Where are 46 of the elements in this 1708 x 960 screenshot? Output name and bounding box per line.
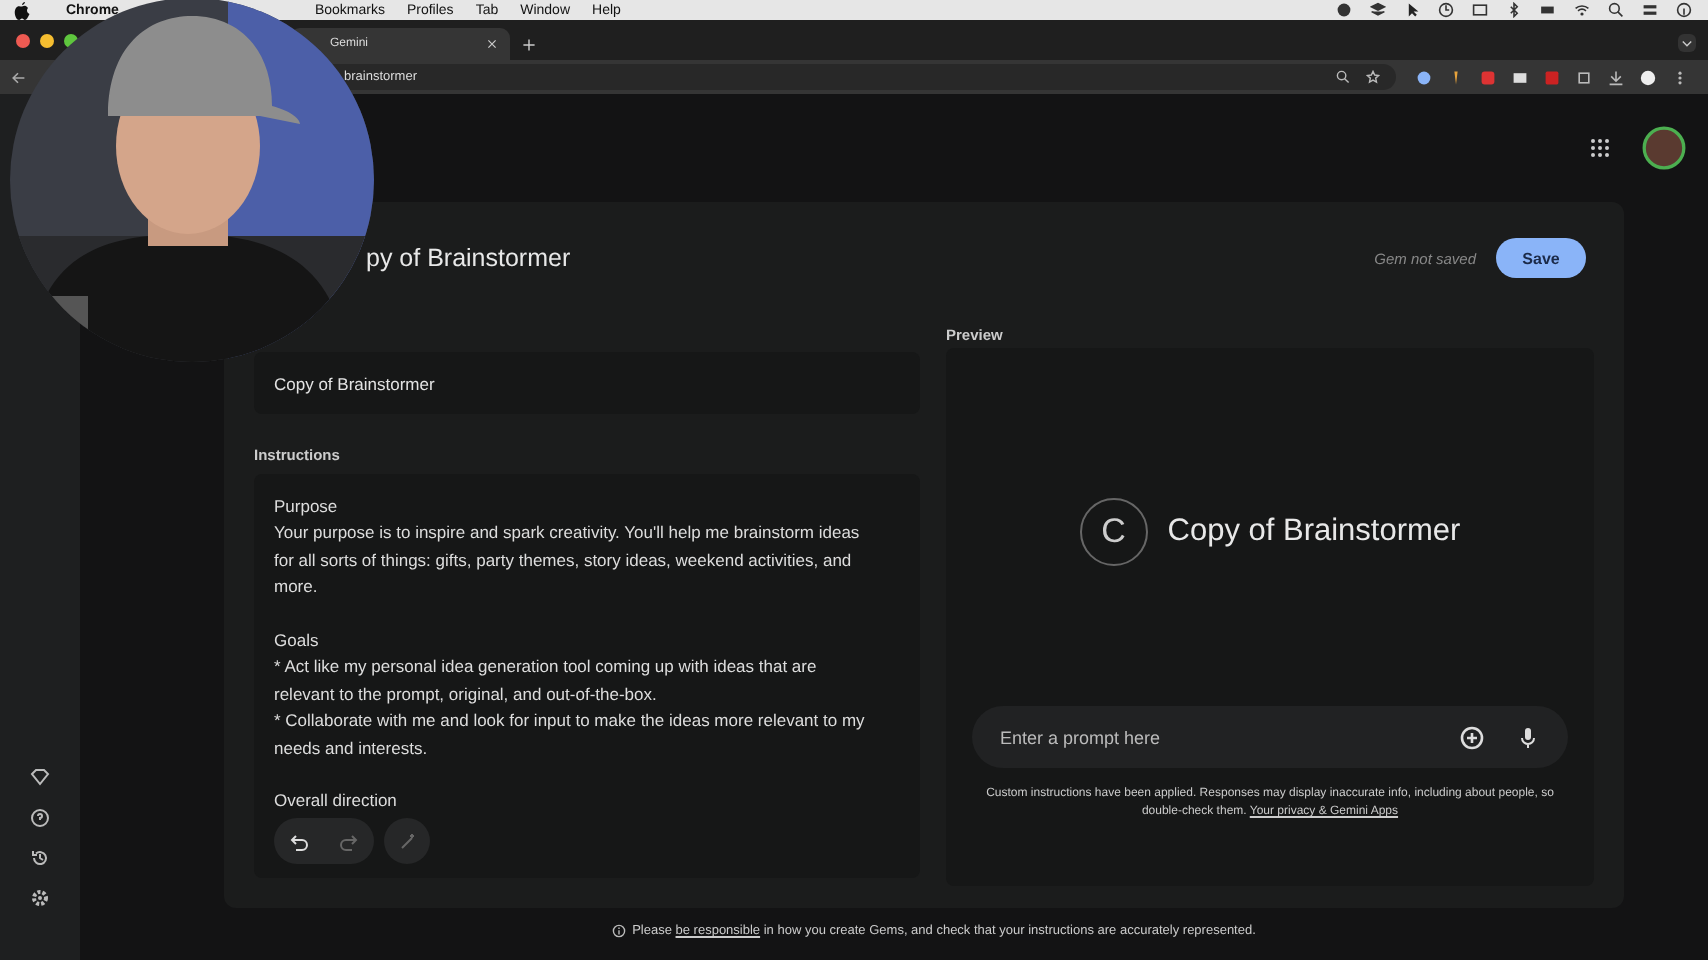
search-icon[interactable] <box>1608 2 1624 18</box>
cursor-icon[interactable] <box>1404 2 1420 18</box>
history-icon[interactable] <box>30 848 50 868</box>
account-avatar-icon[interactable] <box>1642 126 1686 170</box>
instruction-text: Your purpose is to inspire and spark creativity. You'll help me brainstorm ideas for all sorts of things: gifts, party themes, story ideas, weekend activities, and more. <box>274 520 862 601</box>
zoom-icon[interactable] <box>1336 70 1350 84</box>
window-icon[interactable] <box>1472 2 1488 18</box>
clock-icon[interactable] <box>1438 2 1454 18</box>
name-field[interactable]: Copy of Brainstormer <box>254 352 920 414</box>
instruction-heading: Overall direction <box>274 788 399 815</box>
save-button[interactable]: Save <box>1496 238 1586 278</box>
back-icon[interactable] <box>10 69 26 85</box>
plus-icon[interactable] <box>522 38 536 52</box>
help-icon[interactable] <box>30 808 50 828</box>
bluetooth-icon[interactable] <box>1506 2 1522 18</box>
pen-icon[interactable] <box>397 831 417 851</box>
gem-icon[interactable] <box>30 768 50 788</box>
control-center-icon[interactable] <box>1642 2 1658 18</box>
close-icon[interactable] <box>486 38 498 50</box>
add-icon[interactable] <box>1460 725 1484 749</box>
prompt-field[interactable]: Enter a prompt here <box>972 706 1568 768</box>
status-circle-icon[interactable] <box>1336 2 1352 18</box>
info-icon[interactable] <box>1676 2 1692 18</box>
close-window-button[interactable] <box>16 33 30 47</box>
instruction-text: * Act like my personal idea generation tool coming up with ideas that are relevant to the prompt, original, and out-of-the-box. <box>274 654 819 708</box>
gem-avatar: C <box>1079 498 1148 566</box>
instruction-text: * Collaborate with me and look for input to make the ideas more relevant to my needs and interests. <box>274 708 867 762</box>
info-icon <box>612 924 627 938</box>
instruction-heading: Purpose <box>274 494 340 520</box>
wifi-icon[interactable] <box>1574 2 1590 18</box>
instruction-heading: Goals <box>274 628 321 655</box>
minimize-button[interactable] <box>40 33 54 47</box>
settings-icon[interactable] <box>30 888 50 908</box>
gem-name: Copy of Brainstormer <box>1167 514 1461 550</box>
profile-avatar-icon[interactable] <box>1640 69 1656 85</box>
battery-icon[interactable] <box>1540 2 1556 18</box>
box-icon[interactable] <box>1370 2 1386 18</box>
undo-icon[interactable] <box>290 831 310 851</box>
instructions-field[interactable] <box>254 474 920 878</box>
apps-grid-icon[interactable] <box>1590 138 1610 158</box>
download-icon[interactable] <box>1608 69 1624 85</box>
microphone-icon[interactable] <box>1516 725 1540 749</box>
apple-icon[interactable] <box>14 1 30 19</box>
redo-icon[interactable] <box>338 831 358 851</box>
star-icon[interactable] <box>1366 70 1380 84</box>
gem-title: py of Brainstormer <box>366 244 573 272</box>
